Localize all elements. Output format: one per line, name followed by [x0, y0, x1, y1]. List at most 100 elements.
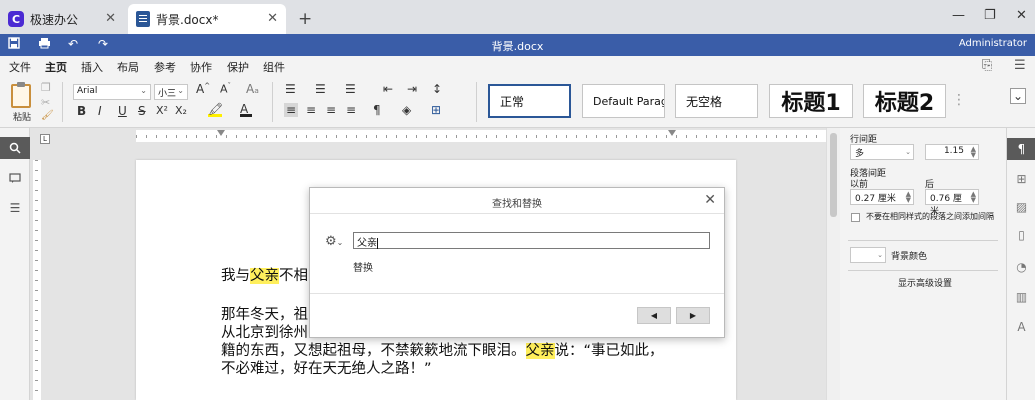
font-color-icon[interactable]: A: [240, 102, 252, 117]
style-default-paragraph[interactable]: Default Parag: [582, 84, 665, 118]
chart-settings-icon[interactable]: ▥: [1007, 286, 1035, 308]
find-next-button[interactable]: ▶: [676, 307, 710, 324]
dialog-header[interactable]: 查找和替换 ✕: [310, 188, 724, 214]
tab-document[interactable]: 背景.docx* ✕: [128, 4, 286, 34]
document-line[interactable]: 我与父亲不相: [221, 266, 308, 286]
menu-plugins[interactable]: 组件: [263, 59, 285, 75]
style-normal[interactable]: 正常: [488, 84, 571, 118]
close-icon[interactable]: ✕: [267, 11, 278, 26]
close-icon[interactable]: ✕: [105, 11, 116, 26]
underline-button[interactable]: U: [118, 104, 127, 118]
font-size-select[interactable]: 小三 ⌄: [154, 84, 188, 100]
superscript-button[interactable]: X²: [156, 104, 168, 117]
search-input[interactable]: 父亲: [353, 232, 710, 249]
document-line[interactable]: 从北京到徐州: [221, 323, 308, 343]
menu-file[interactable]: 文件: [9, 59, 31, 75]
shrink-font-icon[interactable]: Aˇ: [220, 82, 231, 96]
justify-icon[interactable]: ≡: [346, 103, 356, 117]
styles-more-icon[interactable]: ⋮: [952, 92, 966, 108]
indent-marker-right[interactable]: [668, 130, 676, 136]
background-color-picker[interactable]: ⌄: [850, 247, 886, 263]
format-painter-icon[interactable]: 🖌: [41, 110, 54, 121]
line-spacing-icon[interactable]: ↕: [432, 82, 442, 96]
bold-button[interactable]: B: [77, 104, 86, 118]
text-run: 不相: [279, 268, 308, 284]
paste-icon[interactable]: [11, 82, 31, 108]
document-title: 背景.docx: [491, 40, 544, 53]
vertical-scrollbar[interactable]: [826, 128, 840, 400]
shading-icon[interactable]: ◈: [402, 103, 411, 117]
app-logo-icon: C: [8, 11, 24, 27]
gear-icon[interactable]: ⚙⌄: [325, 234, 343, 249]
panel-divider: [848, 240, 998, 241]
menu-layout[interactable]: 布局: [117, 59, 139, 75]
scrollbar-thumb[interactable]: [830, 133, 837, 217]
align-left-icon[interactable]: ≡: [284, 103, 299, 117]
user-name[interactable]: Administrator: [959, 38, 1027, 49]
line-spacing-mode-select[interactable]: 多 ⌄: [850, 144, 914, 160]
menu-collaborate[interactable]: 协作: [190, 59, 212, 75]
line-spacing-value-input[interactable]: 1.15 ▲ ▼: [925, 144, 979, 160]
menu-home[interactable]: 主页: [45, 59, 67, 78]
minimize-button[interactable]: —: [952, 8, 965, 23]
style-heading-1[interactable]: 标题1: [769, 84, 853, 118]
new-tab-button[interactable]: +: [298, 9, 312, 29]
restore-button[interactable]: ❐: [984, 8, 996, 23]
ribbon-separator: [272, 82, 273, 122]
cut-icon[interactable]: ✂: [41, 96, 50, 109]
highlight-color-icon[interactable]: 🖍: [208, 102, 223, 117]
close-icon[interactable]: ✕: [704, 192, 716, 208]
image-settings-icon[interactable]: ▨: [1007, 196, 1035, 218]
show-advanced-settings-link[interactable]: 显示高级设置: [898, 276, 952, 289]
style-heading-2[interactable]: 标题2: [863, 84, 946, 118]
change-case-icon[interactable]: Aₐ: [246, 82, 259, 96]
vertical-ruler: [33, 160, 41, 400]
document-line[interactable]: 籍的东西，又想起祖母，不禁簌簌地流下眼泪。父亲说：“事已如此，: [221, 341, 664, 361]
font-name-select[interactable]: Arial ⌄: [73, 84, 151, 100]
open-location-icon[interactable]: ⎘: [982, 58, 992, 73]
comment-icon[interactable]: [0, 167, 30, 189]
dialog-divider: [310, 293, 724, 294]
numbered-list-icon[interactable]: ☰: [315, 82, 326, 96]
background-color-label: 背景颜色: [891, 252, 928, 262]
shape-settings-icon[interactable]: ◔: [1007, 256, 1035, 278]
menu-insert[interactable]: 插入: [81, 59, 103, 75]
textart-settings-icon[interactable]: A: [1007, 316, 1035, 338]
menu-more-icon[interactable]: ☰: [1014, 58, 1026, 73]
italic-button[interactable]: I: [98, 104, 102, 118]
style-no-spacing[interactable]: 无空格: [675, 84, 758, 118]
navigation-icon[interactable]: ☰: [0, 197, 30, 219]
tab-home[interactable]: C 极速办公 ✕: [0, 4, 122, 34]
replace-link[interactable]: 替换: [353, 259, 373, 274]
bullet-list-icon[interactable]: ☰: [285, 82, 296, 96]
decrease-indent-icon[interactable]: ⇤: [383, 82, 393, 96]
close-window-button[interactable]: ✕: [1016, 8, 1027, 23]
spacing-before-input[interactable]: 0.27 厘米 ▲ ▼: [850, 189, 914, 205]
multilevel-list-icon[interactable]: ☰: [345, 82, 356, 96]
indent-marker-left[interactable]: [217, 130, 225, 136]
paragraph-settings-icon[interactable]: ¶: [1007, 138, 1035, 160]
header-footer-icon[interactable]: ▯: [1007, 224, 1035, 246]
document-line[interactable]: 不必难过，好在天无绝人之路！”: [221, 359, 432, 379]
paragraph-mark-icon[interactable]: ¶: [373, 103, 381, 117]
align-center-icon[interactable]: ≡: [306, 103, 316, 117]
find-previous-button[interactable]: ◀: [637, 307, 671, 324]
menu-references[interactable]: 参考: [154, 59, 176, 75]
menu-protect[interactable]: 保护: [227, 59, 249, 75]
tab-stop-selector[interactable]: L: [40, 134, 50, 144]
styles-expand-icon[interactable]: ⌄: [1010, 88, 1027, 104]
spacing-after-input[interactable]: 0.76 厘米 ▲ ▼: [925, 189, 979, 217]
increase-indent-icon[interactable]: ⇥: [407, 82, 417, 96]
align-right-icon[interactable]: ≡: [326, 103, 336, 117]
strikethrough-button[interactable]: S: [138, 104, 146, 118]
no-space-checkbox[interactable]: [851, 213, 860, 222]
subscript-button[interactable]: X₂: [175, 104, 187, 117]
horizontal-ruler[interactable]: [136, 130, 826, 142]
document-icon: [136, 11, 150, 27]
table-settings-icon[interactable]: ⊞: [1007, 168, 1035, 190]
search-icon[interactable]: [0, 137, 30, 159]
borders-icon[interactable]: ⊞: [431, 103, 441, 117]
grow-font-icon[interactable]: A^: [196, 82, 210, 96]
copy-icon[interactable]: ❐: [41, 81, 51, 94]
document-line[interactable]: 那年冬天，祖: [221, 305, 308, 325]
